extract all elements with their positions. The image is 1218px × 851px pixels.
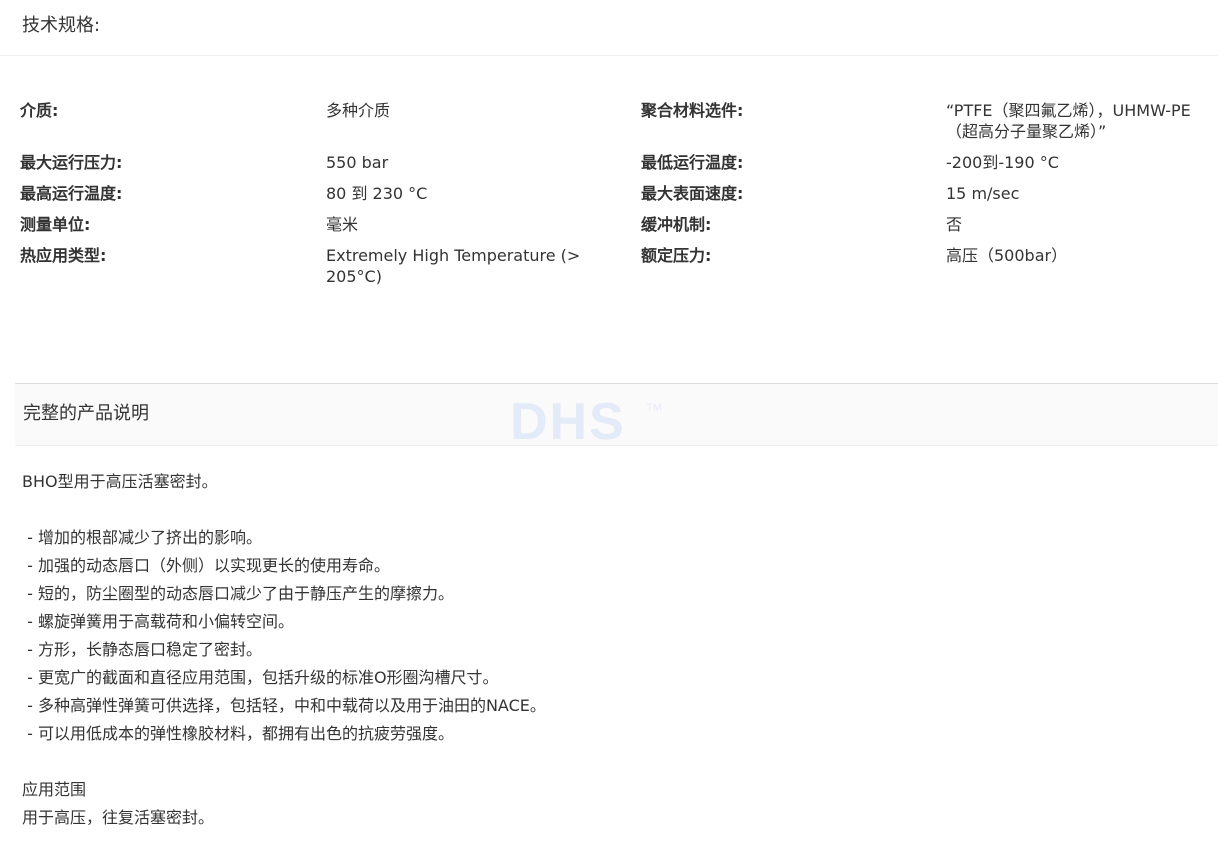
spec-row: 测量单位: 毫米 缓冲机制: 否	[20, 214, 1210, 235]
feature-bullet: - 增加的根部减少了挤出的影响。	[22, 528, 262, 547]
spec-value: 高压（500bar）	[946, 246, 1068, 265]
spec-value: 80 到 230 °C	[326, 184, 428, 203]
spec-label: 最大表面速度:	[641, 184, 744, 203]
spec-label: 最高运行温度:	[20, 184, 123, 203]
feature-bullet: - 短的，防尘圈型的动态唇口减少了由于静压产生的摩擦力。	[22, 584, 454, 603]
specs-title: 技术规格:	[22, 15, 101, 36]
specs-header: 技术规格:	[0, 0, 1218, 56]
feature-bullet: - 可以用低成本的弹性橡胶材料，都拥有出色的抗疲劳强度。	[22, 724, 454, 743]
spec-row: 介质: 多种介质 聚合材料选件: “PTFE（聚四氟乙烯），UHMW-PE（超高…	[20, 100, 1210, 142]
spec-label: 聚合材料选件:	[641, 101, 744, 120]
spec-value: -200到-190 °C	[946, 153, 1059, 172]
spec-row: 最高运行温度: 80 到 230 °C 最大表面速度: 15 m/sec	[20, 183, 1210, 204]
description-body: BHO型用于高压活塞密封。 - 增加的根部减少了挤出的影响。 - 加强的动态唇口…	[22, 468, 1202, 832]
spec-label: 额定压力:	[641, 246, 712, 265]
feature-bullet: - 螺旋弹簧用于高载荷和小偏转空间。	[22, 612, 294, 631]
spec-value: 否	[946, 215, 963, 234]
dhs-watermark-logo: DHS	[510, 393, 626, 451]
spec-value: 15 m/sec	[946, 184, 1020, 203]
description-title: 完整的产品说明	[23, 403, 149, 424]
trademark-symbol: ™	[645, 400, 663, 420]
spec-value: Extremely High Temperature (> 205°C)	[326, 246, 581, 286]
spec-value: “PTFE（聚四氟乙烯），UHMW-PE（超高分子量聚乙烯）”	[946, 101, 1191, 141]
application-text: 用于高压，往复活塞密封。	[22, 808, 215, 827]
spec-label: 最低运行温度:	[641, 153, 744, 172]
spec-label: 热应用类型:	[20, 246, 107, 265]
specs-table: 介质: 多种介质 聚合材料选件: “PTFE（聚四氟乙烯），UHMW-PE（超高…	[20, 100, 1210, 297]
spec-row: 最大运行压力: 550 bar 最低运行温度: -200到-190 °C	[20, 152, 1210, 173]
feature-bullet: - 加强的动态唇口（外侧）以实现更长的使用寿命。	[22, 556, 390, 575]
spec-value: 多种介质	[326, 101, 391, 120]
spec-label: 测量单位:	[20, 215, 91, 234]
spec-value: 毫米	[326, 215, 359, 234]
application-heading: 应用范围	[22, 780, 87, 799]
spec-label: 介质:	[20, 101, 59, 120]
spec-value: 550 bar	[326, 153, 389, 172]
feature-bullet: - 多种高弹性弹簧可供选择，包括轻，中和中载荷以及用于油田的NACE。	[22, 696, 546, 715]
feature-bullet: - 方形，长静态唇口稳定了密封。	[22, 640, 262, 659]
feature-bullet: - 更宽广的截面和直径应用范围，包括升级的标准O形圈沟槽尺寸。	[22, 668, 499, 687]
spec-label: 缓冲机制:	[641, 215, 712, 234]
description-intro: BHO型用于高压活塞密封。	[22, 472, 218, 491]
spec-label: 最大运行压力:	[20, 153, 123, 172]
spec-row: 热应用类型: Extremely High Temperature (> 205…	[20, 245, 1210, 287]
